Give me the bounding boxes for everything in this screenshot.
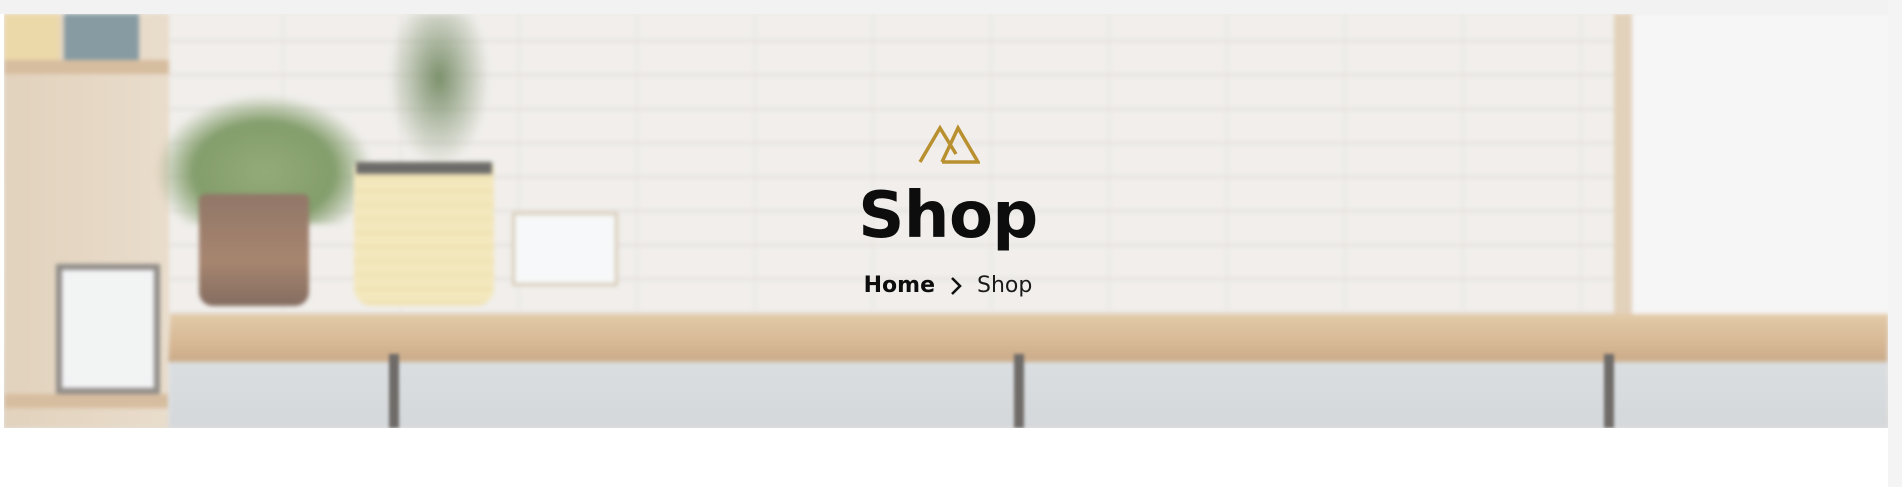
page-title: Shop bbox=[858, 179, 1038, 253]
breadcrumb-current: Shop bbox=[977, 273, 1033, 298]
mountain-logo-icon bbox=[918, 124, 980, 164]
content-area bbox=[4, 428, 1888, 487]
right-strip bbox=[1888, 0, 1902, 487]
chevron-right-icon bbox=[951, 277, 962, 295]
breadcrumb: Home Shop bbox=[0, 272, 1896, 300]
breadcrumb-home-link[interactable]: Home bbox=[864, 272, 935, 300]
page: Shop Home Shop bbox=[0, 0, 1902, 487]
hero-content: Shop Home Shop bbox=[0, 0, 1902, 428]
